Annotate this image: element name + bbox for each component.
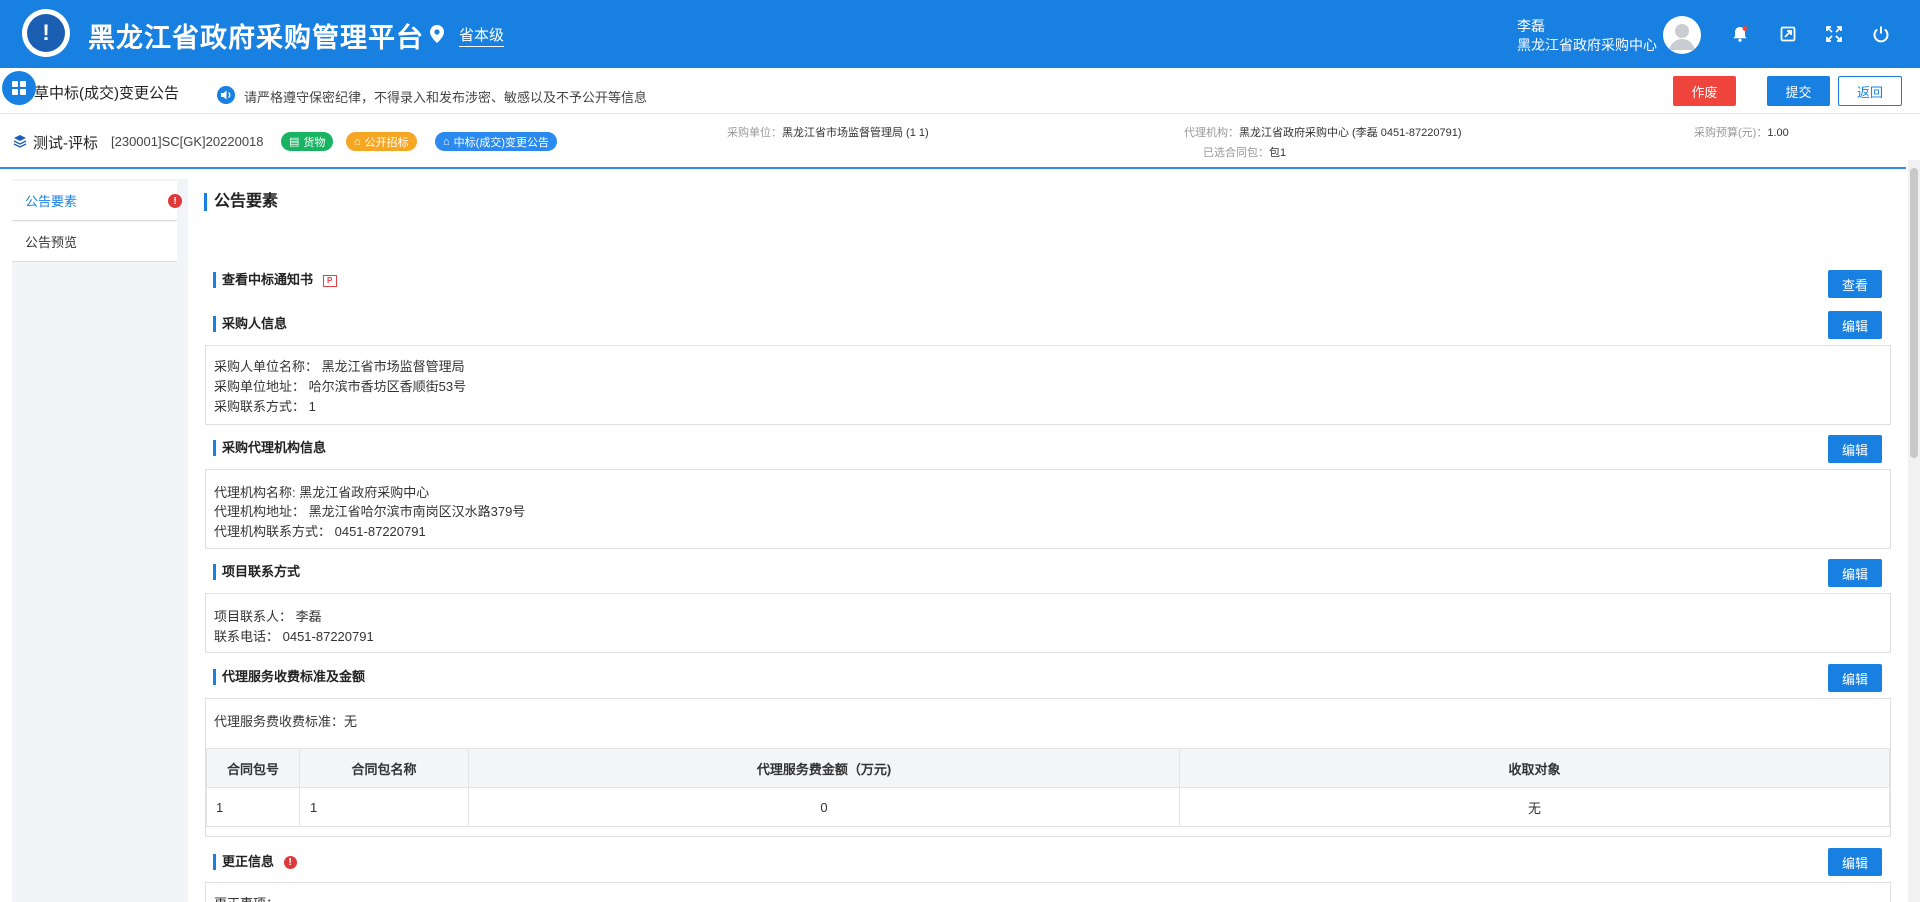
user-name: 李磊 <box>1517 18 1545 34</box>
agency-name-line: 代理机构名称: 黑龙江省政府采购中心 <box>214 485 430 500</box>
document-icon: ▤ <box>289 136 300 148</box>
purchaser-value: 黑龙江省市场监督管理局 (1 1) <box>782 127 929 139</box>
back-button[interactable]: 返回 <box>1838 76 1902 106</box>
section-contact-title: 项目联系方式 <box>213 564 300 580</box>
tag-goods: ▤ 货物 <box>281 132 334 151</box>
vertical-scrollbar[interactable] <box>1908 160 1920 902</box>
column-header: 合同包号 <box>206 748 300 788</box>
section-agency-title: 采购代理机构信息 <box>213 440 326 456</box>
project-info-bar: 测试-评标 [230001]SC[GK]20220018 ▤ 货物 ⌂ 公开招标 ⌂… <box>0 115 1906 169</box>
scrollbar-thumb[interactable] <box>1910 168 1918 458</box>
agency-address-line: 代理机构地址： 黑龙江省哈尔滨市南岗区汉水路379号 <box>214 504 526 519</box>
purchaser-contact-line: 采购联系方式： 1 <box>214 399 316 414</box>
contact-person-line: 项目联系人： 李磊 <box>214 609 322 624</box>
section-fee-title: 代理服务收费标准及金额 <box>213 669 365 685</box>
platform-logo: ! <box>22 9 70 57</box>
tag-label: 中标(成交)变更公告 <box>453 136 549 149</box>
edit-fee-button[interactable]: 编辑 <box>1828 664 1882 692</box>
layers-icon <box>13 135 27 148</box>
platform-title: 黑龙江省政府采购管理平台 <box>88 23 424 54</box>
grid-icon <box>12 81 26 95</box>
table-row: 1 1 0 无 <box>206 787 1890 827</box>
contact-info-box: 项目联系人： 李磊 联系电话： 0451-87220791 <box>205 593 1891 653</box>
package-label: 已选合同包： <box>1203 147 1269 159</box>
void-button[interactable]: 作废 <box>1673 76 1736 106</box>
user-organization: 黑龙江省政府采购中心 <box>1517 37 1657 53</box>
purchaser-meta: 采购单位：黑龙江省市场监督管理局 (1 1) <box>727 124 929 140</box>
agency-value: 黑龙江省政府采购中心 (李磊 0451-87220791) <box>1239 127 1462 139</box>
correction-info-box: 更正事项： <box>205 882 1891 902</box>
section-label: 更正信息 <box>222 854 275 869</box>
top-header: ! 黑龙江省政府采购管理平台 省本级 李磊 黑龙江省政府采购中心 <box>0 0 1920 68</box>
table-header-row: 合同包号 合同包名称 代理服务费金额（万元) 收取对象 <box>206 748 1890 788</box>
speaker-icon <box>217 86 235 104</box>
edit-agency-button[interactable]: 编辑 <box>1828 435 1882 463</box>
tag-open-tender: ⌂ 公开招标 <box>346 132 417 151</box>
agency-contact-line: 代理机构联系方式： 0451-87220791 <box>214 524 426 539</box>
fee-table: 合同包号 合同包名称 代理服务费金额（万元) 收取对象 1 1 0 无 <box>206 748 1890 827</box>
table-cell: 0 <box>468 787 1180 827</box>
section-correction-title: 更正信息 ! <box>213 854 297 870</box>
bell-icon[interactable] <box>1730 24 1750 44</box>
exit-window-icon[interactable] <box>1778 24 1798 44</box>
edit-contact-button[interactable]: 编辑 <box>1828 559 1882 587</box>
agency-label: 代理机构： <box>1184 127 1239 139</box>
purchaser-address-line: 采购单位地址： 哈尔滨市香坊区香顺街53号 <box>214 379 467 394</box>
tag-label: 货物 <box>303 136 326 149</box>
contact-phone-line: 联系电话： 0451-87220791 <box>214 629 374 644</box>
fee-info-box: 代理服务费收费标准：无 合同包号 合同包名称 代理服务费金额（万元) 收取对象 … <box>205 698 1891 837</box>
shield-icon: ! <box>27 14 65 52</box>
fee-standard-line: 代理服务费收费标准：无 <box>214 714 358 729</box>
column-header: 代理服务费金额（万元) <box>468 748 1180 788</box>
column-header: 合同包名称 <box>299 748 469 788</box>
sidebar-item-elements[interactable]: 公告要素 ! <box>12 181 182 221</box>
table-cell: 无 <box>1179 787 1890 827</box>
region-selector[interactable]: 省本级 <box>459 24 505 47</box>
section-purchaser-title: 采购人信息 <box>213 316 287 332</box>
location-pin-icon <box>430 25 444 43</box>
view-award-button[interactable]: 查看 <box>1828 270 1882 298</box>
submit-button[interactable]: 提交 <box>1767 76 1830 106</box>
section-award-notice-title: 查看中标通知书 P <box>213 272 337 288</box>
section-label: 查看中标通知书 <box>222 272 314 287</box>
budget-value: 1.00 <box>1767 127 1789 139</box>
avatar[interactable] <box>1663 16 1701 54</box>
main-content: 公告要素 查看中标通知书 P 查看 采购人信息 编辑 采购人单位名称： 黑龙江省… <box>188 179 1902 902</box>
pdf-icon[interactable]: P <box>322 274 337 287</box>
sidebar-item-label: 公告要素 <box>25 194 78 209</box>
agency-info-box: 代理机构名称: 黑龙江省政府采购中心 代理机构地址： 黑龙江省哈尔滨市南岗区汉水… <box>205 469 1891 549</box>
table-cell: 1 <box>299 787 469 827</box>
user-avatar-icon <box>1669 24 1695 50</box>
power-icon[interactable] <box>1871 24 1891 44</box>
sidebar-item-preview[interactable]: 公告预览 <box>12 222 177 262</box>
package-meta: 已选合同包：包1 <box>1203 144 1286 160</box>
column-header: 收取对象 <box>1179 748 1890 788</box>
correction-item-line: 更正事项： <box>214 893 279 902</box>
purchaser-info-box: 采购人单位名称： 黑龙江省市场监督管理局 采购单位地址： 哈尔滨市香坊区香顺街5… <box>205 345 1891 425</box>
basket-icon: ⌂ <box>354 135 361 148</box>
purchaser-name-line: 采购人单位名称： 黑龙江省市场监督管理局 <box>214 359 465 374</box>
project-name: 测试-评标 <box>33 135 98 152</box>
fullscreen-icon[interactable] <box>1824 24 1844 44</box>
agency-meta: 代理机构：黑龙江省政府采购中心 (李磊 0451-87220791) <box>1184 124 1462 140</box>
confidentiality-notice: 请严格遵守保密纪律，不得录入和发布涉密、敏感以及不予公开等信息 <box>244 90 648 105</box>
tag-announcement-type: ⌂ 中标(成交)变更公告 <box>435 132 557 151</box>
purchaser-label: 采购单位： <box>727 127 782 139</box>
budget-meta: 采购预算(元)：1.00 <box>1694 124 1789 140</box>
menu-grid-button[interactable] <box>2 71 36 105</box>
error-icon: ! <box>168 194 182 208</box>
left-sidebar: 公告要素 ! 公告预览 <box>12 179 188 902</box>
package-value: 包1 <box>1269 147 1287 159</box>
section-main-title: 公告要素 <box>204 193 278 211</box>
project-code: [230001]SC[GK]20220018 <box>111 134 264 149</box>
page-title: 草中标(成交)变更公告 <box>34 85 179 102</box>
sidebar-item-label: 公告预览 <box>25 235 78 250</box>
building-icon: ⌂ <box>443 135 450 148</box>
table-cell: 1 <box>206 787 300 827</box>
edit-correction-button[interactable]: 编辑 <box>1828 848 1882 876</box>
edit-purchaser-button[interactable]: 编辑 <box>1828 311 1882 339</box>
error-icon: ! <box>283 856 297 870</box>
budget-label: 采购预算(元)： <box>1694 127 1768 139</box>
tag-label: 公开招标 <box>364 136 409 149</box>
